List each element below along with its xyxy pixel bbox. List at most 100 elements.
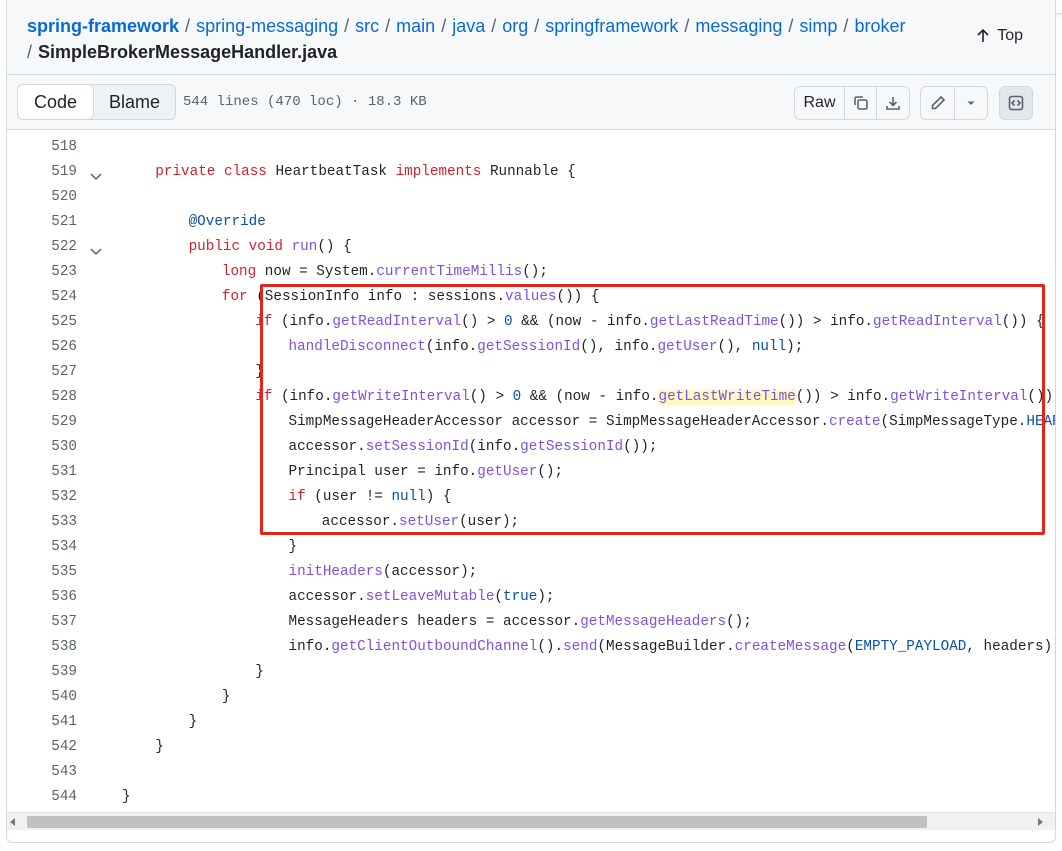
triangle-down-icon xyxy=(967,101,975,105)
tab-code[interactable]: Code xyxy=(17,84,95,120)
code-text: accessor.setSessionId(info.getSessionId(… xyxy=(288,439,658,455)
line-number[interactable]: 520 xyxy=(7,185,77,210)
code-text: accessor.setUser(user); xyxy=(321,514,520,530)
code-line: 520 xyxy=(7,185,1055,210)
line-number[interactable]: 542 xyxy=(7,735,77,760)
line-number[interactable]: 526 xyxy=(7,335,77,360)
code-line: 544} xyxy=(7,785,1055,810)
code-text: Principal user = info.getUser(); xyxy=(288,464,564,480)
code-text: } xyxy=(255,364,264,380)
pencil-icon xyxy=(931,95,945,110)
code-line: 533 accessor.setUser(user); xyxy=(7,510,1055,535)
line-number[interactable]: 532 xyxy=(7,485,77,510)
line-number[interactable]: 523 xyxy=(7,260,77,285)
breadcrumb-dir-link[interactable]: main xyxy=(396,16,435,36)
code-line: 541} xyxy=(7,710,1055,735)
breadcrumb-dir-link[interactable]: org xyxy=(502,16,528,36)
breadcrumb-dir-link[interactable]: messaging xyxy=(695,16,782,36)
line-number[interactable]: 538 xyxy=(7,635,77,660)
view-toggle: Code Blame xyxy=(17,84,177,120)
line-number[interactable]: 541 xyxy=(7,710,77,735)
more-edit-options-button[interactable] xyxy=(955,87,987,119)
code-text: handleDisconnect(info.getSessionId(), in… xyxy=(288,339,804,355)
breadcrumb: spring-framework / spring-messaging / src / ma… xyxy=(27,13,927,65)
breadcrumb-dir-link[interactable]: broker xyxy=(854,16,905,36)
edit-button[interactable] xyxy=(921,87,955,119)
code-text: initHeaders(accessor); xyxy=(288,564,478,580)
code-line: 529 SimpMessageHeaderAccessor accessor = … xyxy=(7,410,1055,435)
horizontal-scrollbar[interactable] xyxy=(7,812,1055,830)
line-number[interactable]: 531 xyxy=(7,460,77,485)
code-line: 518 xyxy=(7,135,1055,160)
breadcrumb-dir-link[interactable]: simp xyxy=(799,16,837,36)
chevron-down-icon[interactable] xyxy=(89,242,103,256)
line-number[interactable]: 540 xyxy=(7,685,77,710)
scroll-left-arrow-icon[interactable] xyxy=(10,818,15,826)
line-number[interactable]: 527 xyxy=(7,360,77,385)
top-label: Top xyxy=(997,27,1023,44)
breadcrumb-dir-link[interactable]: src xyxy=(355,16,379,36)
tab-blame[interactable]: Blame xyxy=(93,85,175,119)
line-number[interactable]: 522 xyxy=(7,235,77,260)
code-text: MessageHeaders headers = accessor.getMes… xyxy=(288,614,752,630)
line-number[interactable]: 533 xyxy=(7,510,77,535)
code-line: 531 Principal user = info.getUser(); xyxy=(7,460,1055,485)
line-number[interactable]: 519 xyxy=(7,160,77,185)
copy-icon xyxy=(853,96,868,110)
code-line: 542} xyxy=(7,735,1055,760)
download-icon xyxy=(886,97,900,110)
code-line: 521 @Override xyxy=(7,210,1055,235)
code-text: if (user != null) { xyxy=(288,489,452,505)
code-line: 537 MessageHeaders headers = accessor.get… xyxy=(7,610,1055,635)
code-text: @Override xyxy=(188,214,266,230)
code-view: 518 519 private class HeartbeatTask implem… xyxy=(7,130,1055,812)
line-number[interactable]: 524 xyxy=(7,285,77,310)
line-number[interactable]: 521 xyxy=(7,210,77,235)
copy-button[interactable] xyxy=(845,87,877,119)
code-line: 540} xyxy=(7,685,1055,710)
breadcrumb-separator: / xyxy=(27,42,33,62)
code-line: 519 private class HeartbeatTask implement… xyxy=(7,160,1055,185)
code-line: 543 xyxy=(7,760,1055,785)
arrow-up-icon xyxy=(977,28,989,42)
breadcrumb-dir-link[interactable]: springframework xyxy=(545,16,678,36)
breadcrumb-repo-link[interactable]: spring-framework xyxy=(27,16,179,36)
file-meta: 544 lines (470 loc) · 18.3 KB xyxy=(183,94,427,110)
code-line: 532 if (user != null) { xyxy=(7,485,1055,510)
line-number[interactable]: 544 xyxy=(7,785,77,810)
line-number[interactable]: 529 xyxy=(7,410,77,435)
line-number[interactable]: 530 xyxy=(7,435,77,460)
line-number[interactable]: 537 xyxy=(7,610,77,635)
line-number[interactable]: 539 xyxy=(7,660,77,685)
code-text: public void run() { xyxy=(188,239,352,255)
line-number[interactable]: 534 xyxy=(7,535,77,560)
symbols-panel-button[interactable] xyxy=(999,86,1033,120)
code-text: } xyxy=(122,789,131,805)
line-number[interactable]: 536 xyxy=(7,585,77,610)
scroll-right-arrow-icon[interactable] xyxy=(1038,818,1043,826)
top-button[interactable]: Top xyxy=(975,27,1023,45)
code-text: long now = System.currentTimeMillis(); xyxy=(221,264,548,280)
line-number[interactable]: 535 xyxy=(7,560,77,585)
line-number[interactable]: 518 xyxy=(7,135,77,160)
chevron-down-icon[interactable] xyxy=(89,167,103,181)
code-text: accessor.setLeaveMutable(true); xyxy=(288,589,555,605)
code-line: 538 info.getClientOutboundChannel().send(… xyxy=(7,635,1055,660)
line-number[interactable]: 525 xyxy=(7,310,77,335)
breadcrumb-dir-link[interactable]: java xyxy=(452,16,485,36)
code-text: } xyxy=(255,664,264,680)
raw-button[interactable]: Raw xyxy=(795,87,845,119)
breadcrumb-file-name: SimpleBrokerMessageHandler.java xyxy=(38,42,338,62)
breadcrumb-separator: / xyxy=(185,16,191,36)
code-line: 535 initHeaders(accessor); xyxy=(7,560,1055,585)
code-line: 527} xyxy=(7,360,1055,385)
code-line: 534} xyxy=(7,535,1055,560)
line-number[interactable]: 543 xyxy=(7,760,77,785)
breadcrumb-dir-link[interactable]: spring-messaging xyxy=(196,16,338,36)
scroll-thumb[interactable] xyxy=(27,816,927,828)
code-text: } xyxy=(288,539,298,555)
code-text: if (info.getWriteInterval() > 0 && (now … xyxy=(255,389,1054,405)
line-number[interactable]: 528 xyxy=(7,385,77,410)
download-button[interactable] xyxy=(877,87,909,119)
code-line: 539} xyxy=(7,660,1055,685)
